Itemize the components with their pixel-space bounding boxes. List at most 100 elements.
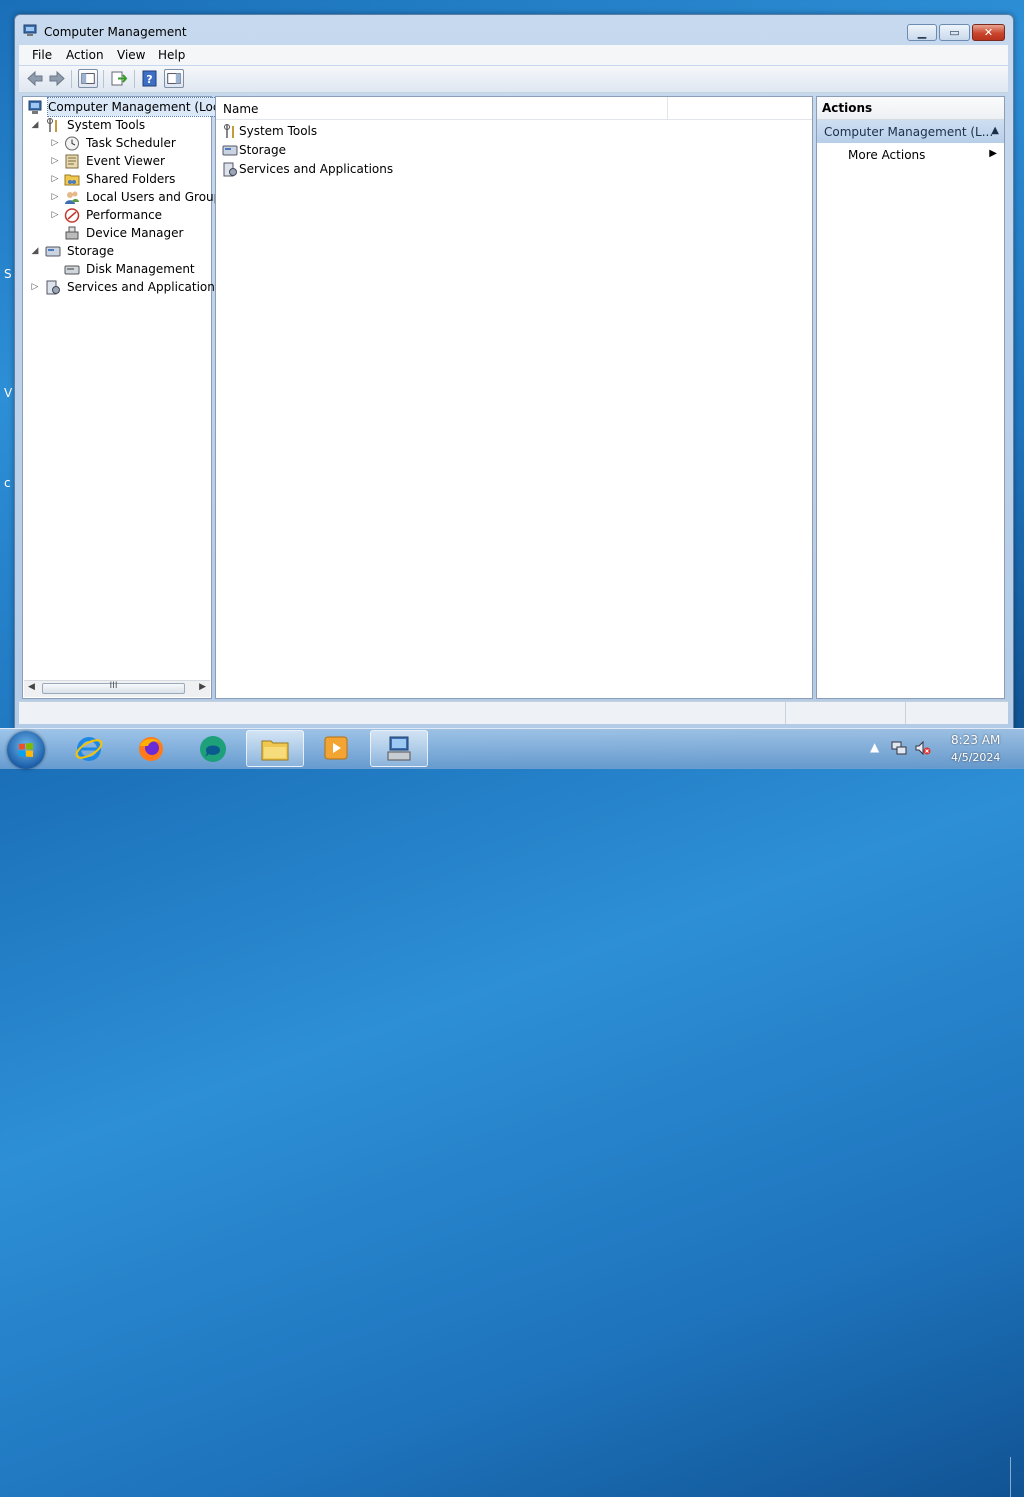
menu-bar: File Action View Help	[19, 45, 1008, 65]
collapse-section-icon[interactable]: ▲	[991, 125, 999, 136]
expand-arrow-icon[interactable]: ▷	[50, 152, 60, 170]
taskbar-internet-explorer[interactable]	[60, 730, 118, 767]
desktop-icon-label: c	[4, 476, 11, 490]
maximize-icon: ▭	[949, 26, 960, 39]
firefox-icon	[139, 737, 163, 761]
computer-management-window: Computer Management ▁ ▭ ✕ File Action Vi…	[14, 14, 1014, 729]
actions-section-computer-management[interactable]: Computer Management (L... ▲	[817, 120, 1004, 143]
window-title: Computer Management	[44, 25, 187, 39]
scroll-left-icon[interactable]: ◀	[28, 682, 35, 692]
event-viewer-icon	[65, 154, 79, 169]
more-actions-link[interactable]: More Actions	[848, 148, 925, 162]
actions-title: Actions	[822, 101, 873, 115]
column-header: Name	[216, 97, 812, 120]
actions-pane: Actions Computer Management (L... ▲ More…	[816, 96, 1005, 699]
status-bar	[19, 701, 1008, 724]
expand-arrow-icon[interactable]: ▷	[30, 278, 40, 296]
desktop-icon-label: S	[4, 267, 12, 281]
tree-item-label: Task Scheduler	[86, 136, 176, 150]
forward-arrow-icon[interactable]	[47, 69, 67, 88]
export-list-icon[interactable]	[109, 69, 129, 88]
storage-icon	[222, 145, 238, 156]
minimize-button[interactable]: ▁	[907, 24, 937, 41]
expand-arrow-icon[interactable]: ▷	[50, 134, 60, 152]
title-bar[interactable]: Computer Management ▁ ▭ ✕	[15, 15, 1013, 45]
taskbar-computer-management[interactable]	[370, 730, 428, 767]
computer-management-icon	[28, 100, 42, 114]
help-icon[interactable]: ?	[140, 69, 160, 88]
expand-arrow-icon[interactable]: ▷	[50, 170, 60, 188]
tree-horizontal-scrollbar[interactable]: ◀ III ▶	[24, 680, 210, 697]
users-icon	[65, 191, 79, 204]
taskbar-chat-app[interactable]	[184, 730, 242, 767]
computer-management-icon	[23, 24, 37, 36]
tree-item-label: Performance	[86, 208, 163, 222]
actions-header: Actions	[817, 97, 1004, 120]
tree-item-label: Disk Management	[86, 262, 195, 276]
disk-icon	[64, 265, 80, 275]
column-divider[interactable]	[667, 97, 668, 119]
services-icon	[46, 280, 60, 295]
close-button[interactable]: ✕	[972, 24, 1005, 41]
menu-action[interactable]: Action	[66, 48, 104, 62]
collapse-arrow-icon[interactable]: ◢	[30, 116, 40, 134]
start-button[interactable]	[7, 731, 45, 769]
show-hidden-icons-button[interactable]: ▲	[870, 740, 879, 754]
scroll-right-icon[interactable]: ▶	[199, 682, 206, 692]
toolbar-separator	[71, 70, 72, 88]
results-pane: Name System Tools Storage Services and A…	[215, 96, 813, 699]
tree-item-label: Shared Folders	[86, 172, 176, 186]
back-arrow-icon[interactable]	[25, 69, 45, 88]
toolbar-separator	[103, 70, 104, 88]
clock-date[interactable]: 4/5/2024	[951, 751, 1000, 764]
list-item-label: System Tools	[239, 124, 318, 138]
tree-item-label: Device Manager	[86, 226, 184, 240]
minimize-icon: ▁	[917, 26, 927, 39]
svg-text:?: ?	[146, 73, 152, 86]
expand-arrow-icon[interactable]: ▷	[50, 188, 60, 206]
console-tree: Computer Management (Local ◢ System Tool…	[22, 96, 232, 699]
internet-explorer-icon	[75, 737, 103, 761]
status-cell	[905, 702, 1006, 724]
scrollbar-thumb[interactable]: III	[42, 681, 185, 694]
tools-icon	[224, 124, 234, 138]
taskbar-media-player[interactable]	[308, 730, 366, 767]
volume-muted-icon[interactable]	[915, 740, 931, 756]
submenu-arrow-icon[interactable]: ▶	[989, 148, 997, 159]
services-icon	[223, 162, 237, 177]
show-desktop-button[interactable]	[1010, 1457, 1024, 1497]
list-item-label: Storage	[239, 143, 286, 157]
show-hide-action-pane-icon[interactable]	[164, 69, 184, 88]
column-header-name[interactable]: Name	[223, 102, 258, 116]
menu-help[interactable]: Help	[158, 48, 185, 62]
clock-time[interactable]: 8:23 AM	[951, 733, 1000, 747]
windows-logo-icon	[19, 743, 33, 757]
toolbar-separator	[134, 70, 135, 88]
tools-icon	[47, 118, 57, 132]
menu-file[interactable]: File	[32, 48, 52, 62]
computer-management-icon	[387, 736, 411, 761]
scrollbar-grip: III	[109, 681, 118, 691]
actions-section-label: Computer Management (L...	[824, 125, 994, 139]
close-icon: ✕	[983, 26, 994, 39]
expand-arrow-icon[interactable]: ▷	[50, 206, 60, 224]
taskbar-file-explorer[interactable]	[246, 730, 304, 767]
tree-root-label: Computer Management (Local	[46, 97, 232, 117]
shared-folder-icon	[64, 174, 80, 186]
list-item-label: Services and Applications	[239, 162, 394, 176]
collapse-arrow-icon[interactable]: ◢	[30, 242, 40, 260]
performance-icon	[64, 208, 80, 223]
toolbar: ?	[19, 66, 1008, 93]
chat-bubble-icon	[200, 736, 226, 762]
show-hide-console-tree-icon[interactable]	[78, 69, 98, 88]
device-manager-icon	[65, 226, 79, 240]
tree-item-label: System Tools	[67, 118, 146, 132]
folder-icon	[261, 740, 289, 761]
tree-item-label: Local Users and Groups	[86, 190, 228, 204]
network-icon[interactable]	[891, 740, 907, 756]
maximize-button[interactable]: ▭	[939, 24, 970, 41]
tree-root[interactable]: Computer Management (Local	[23, 97, 232, 117]
menu-view[interactable]: View	[117, 48, 145, 62]
taskbar-firefox[interactable]	[122, 730, 180, 767]
storage-icon	[45, 246, 61, 257]
